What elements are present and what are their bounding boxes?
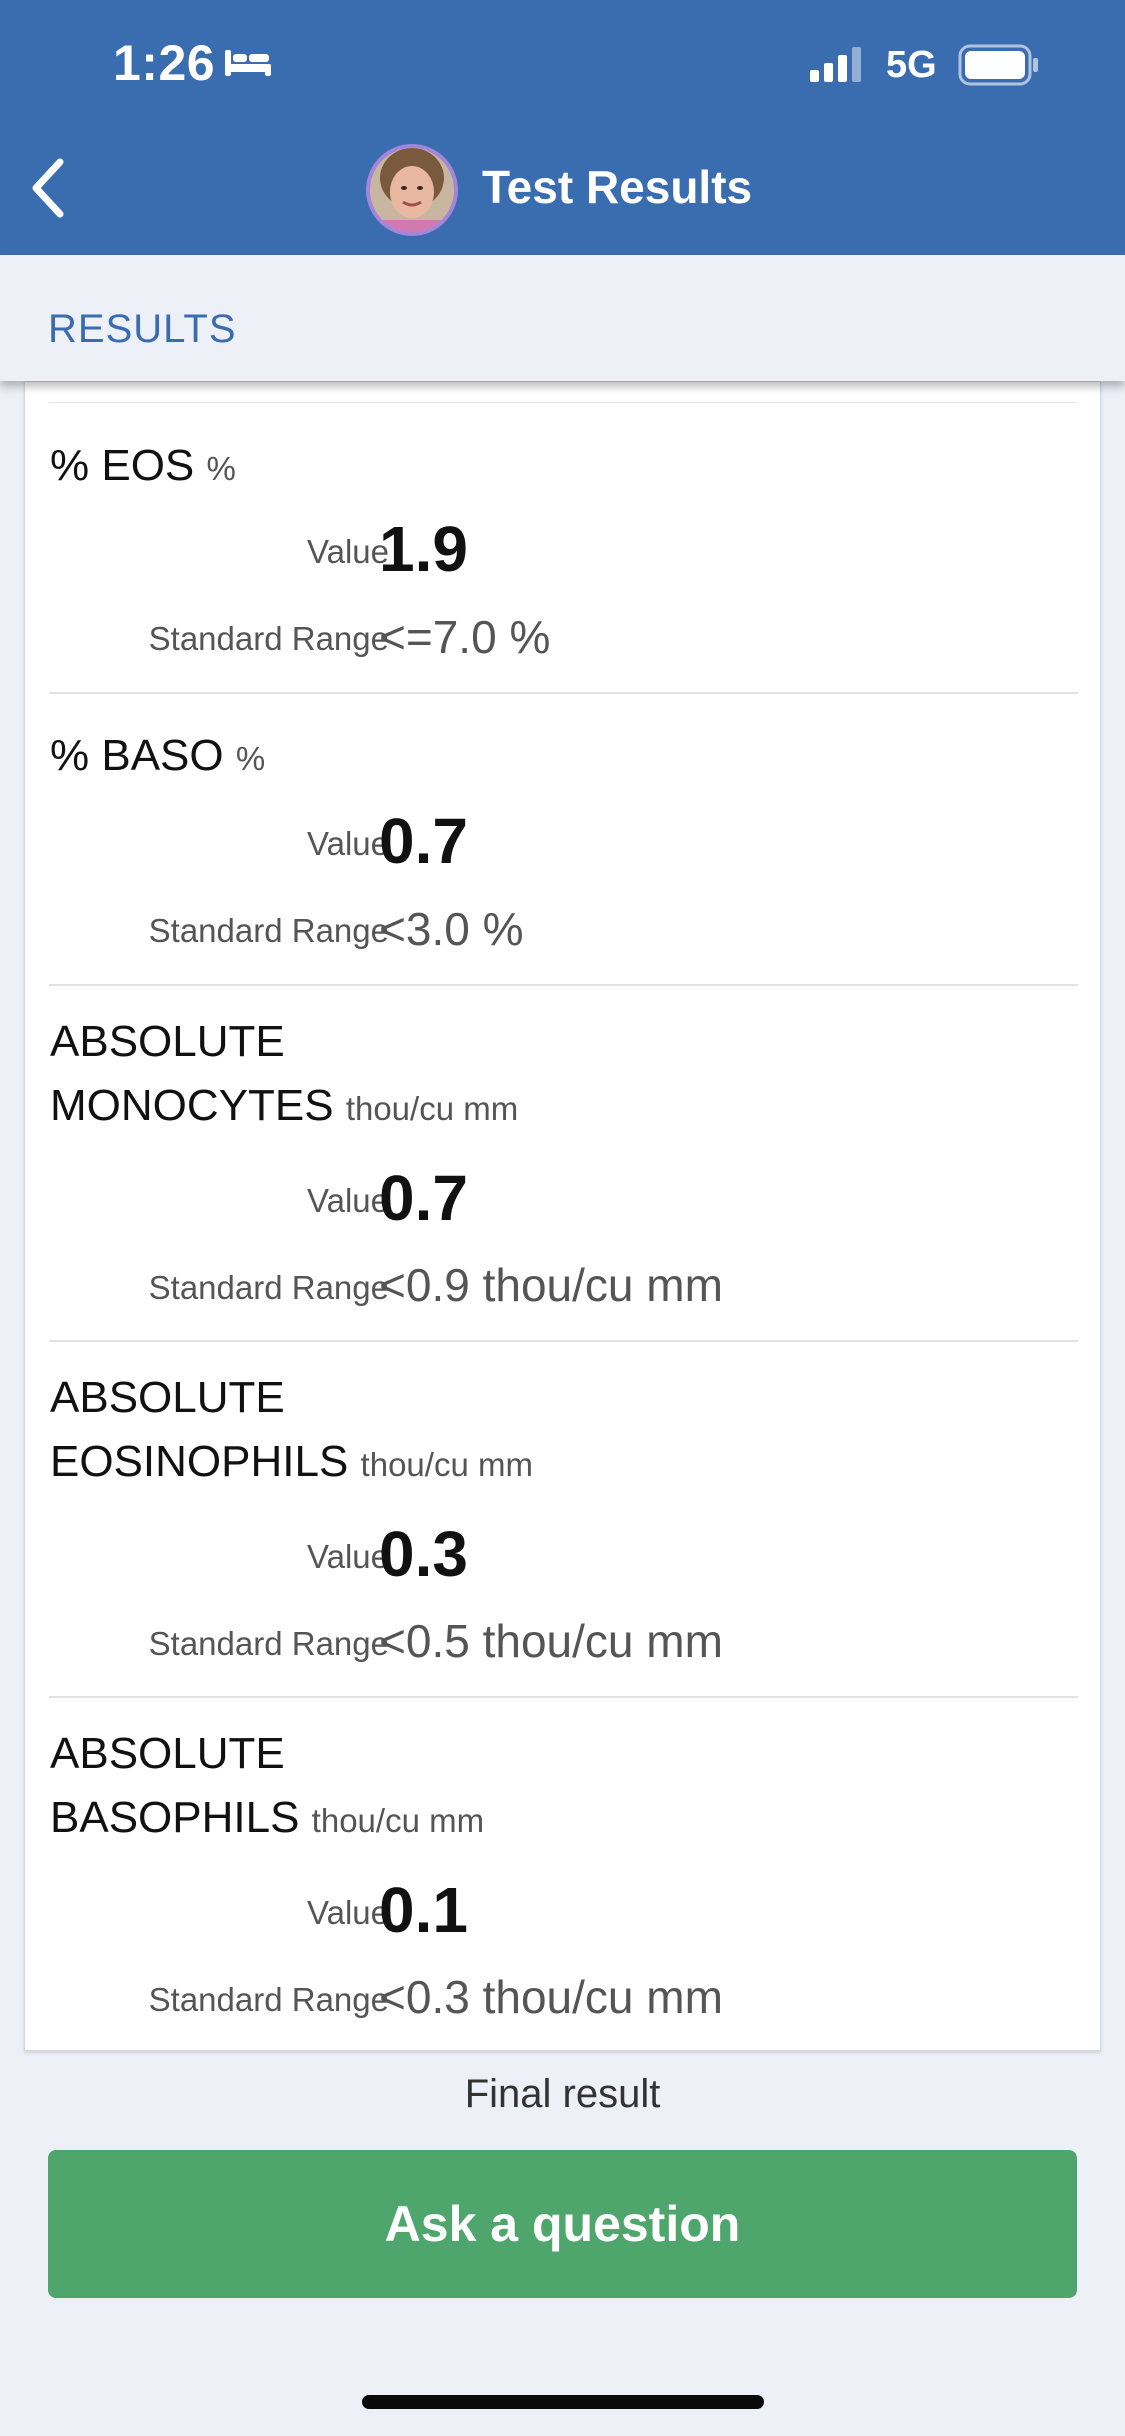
standard-range: <0.9 thou/cu mm <box>379 1259 723 1311</box>
home-indicator[interactable] <box>362 2395 764 2409</box>
result-value: 1.9 <box>379 513 468 585</box>
result-unit: thou/cu mm <box>360 1446 533 1483</box>
value-label: Value <box>307 533 389 570</box>
result-unit: % <box>235 740 266 777</box>
result-value: 0.1 <box>379 1874 468 1946</box>
result-name: ABSOLUTE MONOCYTES thou/cu mm <box>50 1017 519 1130</box>
result-item-absolute-basophils: ABSOLUTE BASOPHILS thou/cu mm Value 0.1 … <box>25 1698 1102 2052</box>
result-item-eos: % EOS % Value 1.9 Standard Range <=7.0 % <box>25 402 1102 694</box>
result-name: % EOS % <box>50 441 236 490</box>
standard-range: <0.3 thou/cu mm <box>379 1971 723 2023</box>
final-result-status: Final result <box>464 2072 661 2116</box>
section-title: RESULTS <box>48 307 237 351</box>
result-item-absolute-eosinophils: ABSOLUTE EOSINOPHILS thou/cu mm Value 0.… <box>25 1342 1102 1698</box>
result-item-absolute-monocytes: ABSOLUTE MONOCYTES thou/cu mm Value 0.7 … <box>25 986 1102 1342</box>
chevron-left-icon <box>28 157 68 224</box>
app-header: 1:26 5G Test Results <box>0 0 1125 255</box>
value-label: Value <box>307 1182 389 1219</box>
section-header: RESULTS <box>0 255 1125 381</box>
result-unit: % <box>206 450 236 487</box>
back-button[interactable] <box>18 152 78 228</box>
avatar[interactable] <box>366 144 458 236</box>
result-value: 0.7 <box>379 805 468 877</box>
result-item-baso: % BASO % Value 0.7 Standard Range <3.0 % <box>25 694 1102 986</box>
standard-range: <0.5 thou/cu mm <box>379 1615 723 1667</box>
range-label: Standard Range <box>148 620 389 657</box>
standard-range: <=7.0 % <box>379 611 551 663</box>
range-label: Standard Range <box>148 1981 389 2018</box>
result-name: ABSOLUTE EOSINOPHILS thou/cu mm <box>50 1373 533 1486</box>
bed-icon <box>223 48 273 83</box>
result-value: 0.7 <box>379 1162 468 1234</box>
result-name: ABSOLUTE BASOPHILS thou/cu mm <box>50 1729 485 1842</box>
status-time: 1:26 <box>113 35 216 91</box>
range-label: Standard Range <box>148 912 389 949</box>
page-title: Test Results <box>482 161 753 213</box>
range-label: Standard Range <box>148 1269 389 1306</box>
network-type: 5G <box>886 44 937 86</box>
range-label: Standard Range <box>148 1625 389 1662</box>
result-unit: thou/cu mm <box>345 1090 519 1127</box>
result-name: % BASO % <box>50 731 266 780</box>
ask-question-button[interactable]: Ask a question <box>48 2150 1077 2298</box>
result-value: 0.3 <box>379 1518 468 1590</box>
value-label: Value <box>307 825 389 862</box>
cellular-signal-icon <box>808 46 868 87</box>
standard-range: <3.0 % <box>379 903 524 955</box>
results-card: % EOS % Value 1.9 Standard Range <=7.0 %… <box>24 381 1101 2051</box>
value-label: Value <box>307 1538 389 1575</box>
battery-icon <box>958 44 1040 91</box>
result-unit: thou/cu mm <box>311 1802 485 1839</box>
value-label: Value <box>307 1894 389 1931</box>
